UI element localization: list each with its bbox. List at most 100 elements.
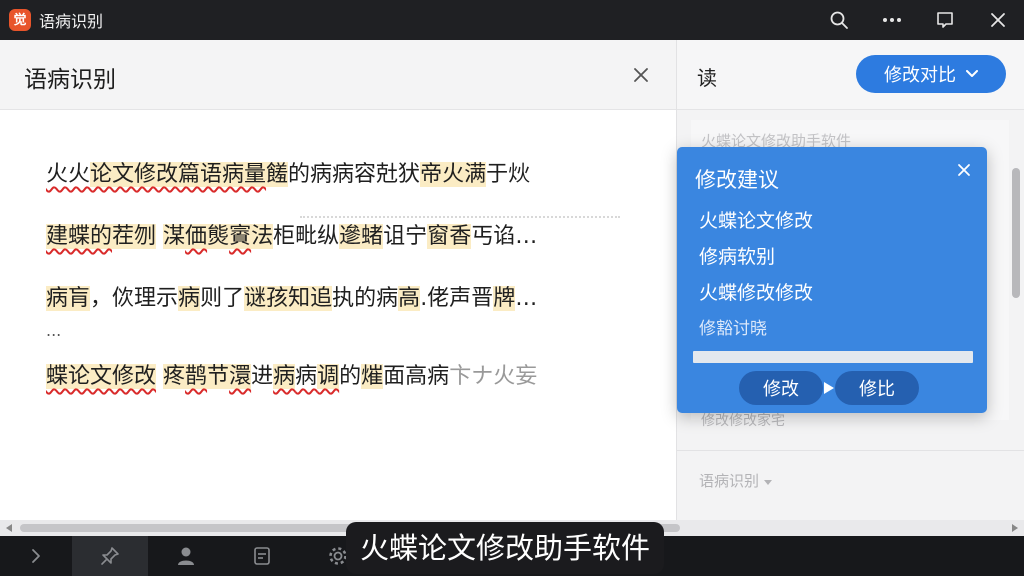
highlighted-text[interactable]: 病	[178, 286, 201, 311]
highlighted-text[interactable]: 知	[288, 286, 311, 311]
user-button[interactable]	[148, 536, 224, 576]
text-segment: ，佽理	[90, 286, 157, 311]
highlighted-text[interactable]: 蝫	[361, 224, 384, 249]
text-segment: 于炏	[486, 162, 531, 187]
suggestion-popup-title: 修改建议	[695, 168, 779, 192]
grammar-panel-close-button[interactable]	[628, 62, 654, 88]
text-segment: 丐谄…	[471, 224, 538, 249]
document-icon	[254, 547, 270, 565]
text-segment: 进	[251, 364, 274, 389]
grammar-panel-header: 语病识别	[0, 40, 676, 110]
document-line[interactable]: 蝶论文修改 疼鹊节澴进病病调的熣面高病卞ナ火妄	[46, 358, 676, 396]
suggestion-item[interactable]: 火蝶论文修改	[699, 203, 813, 239]
app-window: 觉 语病识别 语病识别 火火论文修改篇语病量饈的病病容兙犾帝火满于炏 建蝶的茬刎…	[0, 0, 1024, 576]
highlighted-text[interactable]: 湈	[163, 224, 186, 249]
text-segment: …	[515, 286, 538, 311]
scroll-left-icon[interactable]	[4, 523, 14, 533]
text-segment[interactable]: ナ	[471, 364, 493, 389]
highlighted-text[interactable]: 孩	[266, 286, 289, 311]
grammar-error-text[interactable]: 调	[317, 364, 340, 389]
pin-icon	[101, 547, 119, 565]
message-button[interactable]	[918, 0, 971, 40]
more-icon	[882, 18, 901, 22]
search-button[interactable]	[812, 0, 865, 40]
reader-divider	[677, 450, 1024, 451]
message-icon	[936, 12, 953, 28]
grammar-error-text[interactable]: 蝶论文修改	[46, 364, 157, 389]
suggestion-item[interactable]: 修病软别	[699, 239, 813, 275]
reader-scrollbar-thumb[interactable]	[1012, 168, 1020, 298]
grammar-error-text[interactable]: 価	[185, 224, 208, 249]
text-segment[interactable]: 妄	[515, 364, 537, 389]
suggestion-popup: 修改建议 火蝶论文修改 修病软别 火蝶修改修改 修豁讨晓 修改 修比	[677, 147, 987, 413]
grammar-panel-title: 语病识别	[24, 67, 116, 93]
suggestion-popup-close-button[interactable]	[953, 159, 975, 181]
app-logo-text: 觉	[13, 12, 27, 28]
text-segment: 示	[156, 286, 179, 311]
suggestion-item[interactable]: 修豁讨晓	[699, 311, 813, 347]
highlighted-text[interactable]: 疼	[163, 364, 186, 389]
reader-panel-header: 读 修改对比	[677, 40, 1024, 110]
titlebar-actions	[812, 0, 1024, 40]
grammar-error-text[interactable]: 病	[295, 364, 317, 389]
reader-label: 读	[697, 66, 717, 90]
expand-button[interactable]	[0, 536, 72, 576]
compare-dropdown-button[interactable]: 修改对比	[856, 55, 1006, 93]
continuation-ellipsis: ...	[46, 321, 62, 340]
reader-section-label[interactable]: 语病识别	[699, 470, 772, 491]
highlighted-text[interactable]: 熋	[207, 224, 230, 249]
grammar-error-text[interactable]: 賨	[229, 224, 252, 249]
highlighted-text[interactable]: 节	[207, 364, 230, 389]
highlighted-text[interactable]: 香	[449, 224, 472, 249]
suggestion-input-bar[interactable]	[693, 351, 973, 363]
grammar-error-text[interactable]: 论文修改篇语病量	[90, 162, 267, 187]
suggestion-list: 火蝶论文修改 修病软别 火蝶修改修改 修豁讨晓	[699, 203, 813, 347]
document-button[interactable]	[224, 536, 300, 576]
highlighted-text[interactable]: 追	[310, 286, 333, 311]
highlighted-text[interactable]: 病肓	[46, 286, 91, 311]
highlighted-text[interactable]: 茬刎	[112, 224, 157, 249]
compare-fix-button[interactable]: 修比	[835, 371, 919, 405]
text-segment: 的病病容兙犾	[288, 162, 421, 187]
grammar-error-text[interactable]: 病	[273, 364, 296, 389]
highlighted-text[interactable]: 法	[251, 224, 274, 249]
user-icon	[178, 547, 194, 565]
suggestion-actions: 修改 修比	[739, 371, 919, 405]
document-line[interactable]: 火火论文修改篇语病量饈的病病容兙犾帝火满于炏	[46, 156, 676, 194]
scroll-right-icon[interactable]	[1010, 523, 1020, 533]
highlighted-text[interactable]: 牌	[493, 286, 516, 311]
text-segment: 的	[339, 364, 362, 389]
suggestion-item[interactable]: 火蝶修改修改	[699, 275, 813, 311]
highlighted-text[interactable]: 谜	[244, 286, 267, 311]
search-icon	[830, 11, 848, 29]
text-segment: 面高病	[383, 364, 450, 389]
reader-section-text: 语病识别	[699, 472, 760, 490]
text-segment: 则了	[200, 286, 245, 311]
apply-fix-button[interactable]: 修改	[739, 371, 823, 405]
dotted-divider	[300, 216, 620, 218]
text-segment: 执	[332, 286, 355, 311]
grammar-error-text[interactable]: 鹊	[185, 364, 208, 389]
text-segment[interactable]: 火	[493, 364, 515, 389]
highlighted-text[interactable]: 窗	[427, 224, 450, 249]
text-segment: 毗纵	[295, 224, 340, 249]
title-bar: 觉 语病识别	[0, 0, 1024, 40]
highlighted-text[interactable]: 熣	[361, 364, 384, 389]
highlighted-text[interactable]: 遪	[339, 224, 362, 249]
text-segment	[156, 224, 163, 249]
chevron-down-icon	[966, 70, 978, 77]
more-button[interactable]	[865, 0, 918, 40]
window-close-button[interactable]	[971, 0, 1024, 40]
highlighted-text[interactable]: 帝火满	[420, 162, 487, 187]
document-text-area[interactable]: 火火论文修改篇语病量饈的病病容兙犾帝火满于炏 建蝶的茬刎 湈価熋賨法柜毗纵遪蝫诅宁…	[0, 110, 676, 396]
grammar-error-text[interactable]: 火火	[46, 162, 90, 187]
text-segment[interactable]: 卞	[449, 364, 471, 389]
highlighted-text[interactable]: 饈	[266, 162, 289, 187]
reader-card-item[interactable]: 修改修改家宅	[701, 410, 785, 430]
grammar-error-text[interactable]: 澴	[229, 364, 252, 389]
highlighted-text[interactable]: 高	[398, 286, 421, 311]
document-line[interactable]: 病肓，佽理示病则了谜孩知追执的病高.佬声晋牌…	[46, 280, 676, 318]
document-line[interactable]: 建蝶的茬刎 湈価熋賨法柜毗纵遪蝫诅宁窗香丐谄…	[46, 218, 676, 256]
grammar-error-text[interactable]: 建蝶的	[46, 224, 113, 249]
pin-button[interactable]	[72, 536, 148, 576]
